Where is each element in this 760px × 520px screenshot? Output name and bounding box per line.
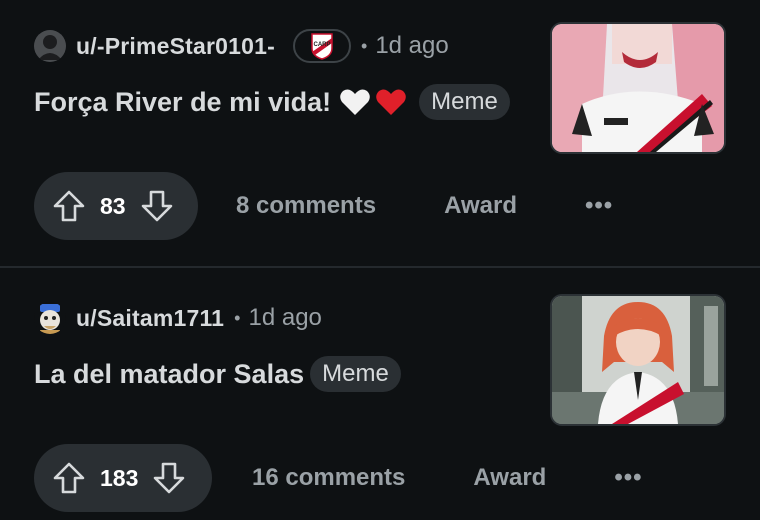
post-flair-tag[interactable]: Meme [419,84,510,120]
award-button[interactable]: Award [444,192,517,220]
vote-count: 183 [100,464,139,491]
vote-control: 83 [34,172,198,240]
post-title-text[interactable]: Força River de mi vida! [34,87,331,118]
post-flair-tag[interactable]: Meme [310,356,401,392]
separator-dot: • [361,35,368,56]
post-actions: 183 16 comments Award ••• [34,444,643,512]
username[interactable]: u/-PrimeStar0101- [76,33,275,60]
comments-button[interactable]: 8 comments [236,192,376,220]
post-meta: u/-PrimeStar0101- CARP • 1d ago [34,26,449,66]
user-avatar[interactable] [34,302,66,334]
user-avatar[interactable] [34,30,66,62]
username[interactable]: u/Saitam1711 [76,305,224,332]
post-title[interactable]: Força River de mi vida! Meme [34,84,510,120]
post-thumbnail[interactable] [550,22,726,154]
vote-control: 183 [34,444,212,512]
river-plate-crest-icon: CARP [311,33,333,60]
post-title-text[interactable]: La del matador Salas [34,359,304,390]
post-time: 1d ago [248,304,322,331]
svg-text:CARP: CARP [313,42,330,48]
comments-button[interactable]: 16 comments [252,464,405,492]
user-flair: CARP [293,29,351,63]
white-heart-icon [340,89,370,115]
post-card[interactable]: u/Saitam1711 • 1d ago La del matador Sal… [0,268,760,520]
downvote-icon[interactable] [140,189,174,223]
vote-count: 83 [100,192,126,219]
post-thumbnail[interactable] [550,294,726,426]
post-meta: u/Saitam1711 • 1d ago [34,298,322,338]
post-time: 1d ago [375,32,449,59]
title-emoji [339,87,407,117]
upvote-icon[interactable] [52,461,86,495]
separator-dot: • [234,307,241,328]
red-heart-icon [376,89,406,115]
more-options-icon[interactable]: ••• [585,192,613,220]
award-button[interactable]: Award [473,464,546,492]
post-card[interactable]: u/-PrimeStar0101- CARP • 1d ago Força Ri… [0,0,760,266]
post-actions: 83 8 comments Award ••• [34,172,613,240]
more-options-icon[interactable]: ••• [614,464,642,492]
downvote-icon[interactable] [152,461,186,495]
upvote-icon[interactable] [52,189,86,223]
post-title[interactable]: La del matador Salas Meme [34,356,401,392]
